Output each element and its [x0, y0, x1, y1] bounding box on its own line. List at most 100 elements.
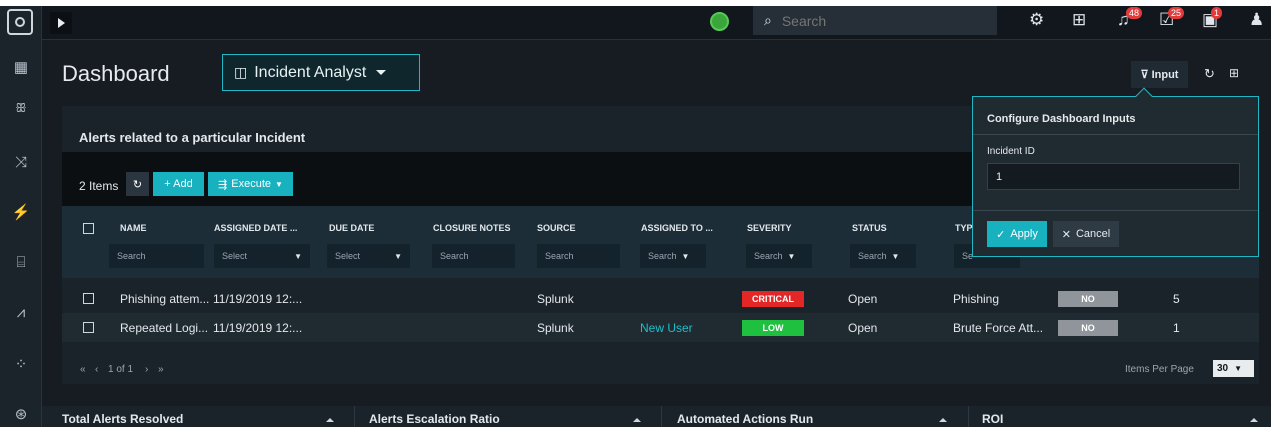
chevron-down-icon: ▼: [294, 251, 302, 261]
column-header-severity[interactable]: SEVERITY: [747, 223, 792, 233]
apply-label: Apply: [1010, 228, 1038, 240]
app-logo-icon[interactable]: [7, 9, 33, 35]
due-date-filter[interactable]: Select ▼: [327, 244, 410, 268]
table-row[interactable]: Phishing attem... 11/19/2019 12:... Splu…: [62, 284, 1259, 313]
collapse-icon[interactable]: [939, 418, 947, 422]
lightning-icon[interactable]: ⚡: [0, 203, 42, 221]
cell-assigned-to[interactable]: New User: [640, 321, 693, 335]
column-header-source[interactable]: SOURCE: [537, 223, 576, 233]
bottom-widgets: Total Alerts Resolved Alerts Escalation …: [42, 406, 1271, 427]
cell-assigned-date: 11/19/2019 12:...: [213, 321, 303, 335]
gear-icon[interactable]: ⚙: [1029, 10, 1044, 30]
row-checkbox[interactable]: [83, 293, 94, 304]
close-icon: ✕: [1061, 228, 1071, 241]
dashboard-header: Dashboard ◫ Incident Analyst ⊽ Input ↻ ⊞: [42, 41, 1271, 103]
assigned-date-filter-label: Select: [222, 251, 248, 261]
grid-refresh-button[interactable]: ↻: [126, 172, 149, 196]
row-checkbox[interactable]: [83, 322, 94, 333]
divider: [354, 406, 355, 427]
column-header-assigned-to[interactable]: ASSIGNED TO ...: [641, 223, 713, 233]
cancel-button[interactable]: ✕ Cancel: [1053, 221, 1119, 247]
search-icon: ⌕: [764, 12, 772, 28]
cell-status: Open: [848, 321, 878, 335]
assigned-date-filter[interactable]: Select ▼: [214, 244, 310, 268]
alert-icon[interactable]: ▣ 1: [1202, 7, 1223, 30]
collapse-icon[interactable]: [326, 418, 334, 422]
dashboard-icon[interactable]: ▦: [0, 58, 42, 76]
cell-assigned-date: 11/19/2019 12:...: [213, 292, 303, 306]
column-header-due-date[interactable]: DUE DATE: [329, 223, 374, 233]
severity-badge: LOW: [742, 320, 804, 336]
status-filter[interactable]: Search ▼: [850, 244, 916, 268]
briefcase-icon[interactable]: ⌸: [0, 254, 42, 271]
dashboard-select[interactable]: ◫ Incident Analyst: [222, 54, 420, 91]
cell-source: Splunk: [537, 321, 574, 335]
apply-button[interactable]: ✓ Apply: [987, 221, 1047, 247]
top-bar: ⌕ ⚙ ⊞ ♫48 ☑25 ▣1 ♟: [42, 6, 1271, 40]
bell-badge: 48: [1126, 7, 1143, 19]
items-per-page-select[interactable]: 30 ▼: [1213, 360, 1254, 377]
user-icon[interactable]: ♟: [1249, 10, 1264, 30]
source-filter[interactable]: Search: [537, 244, 620, 268]
page-indicator: 1 of 1: [108, 364, 134, 375]
chevron-down-icon: ▼: [891, 251, 900, 261]
settings-gear-icon[interactable]: ⊛: [0, 405, 42, 423]
execute-icon: ⇶: [218, 178, 228, 191]
refresh-icon: ↻: [132, 178, 143, 191]
assigned-to-filter[interactable]: Search ▼: [640, 244, 706, 268]
users-icon[interactable]: ꕥ: [0, 101, 42, 116]
dashboard-inputs-popover: Configure Dashboard Inputs Incident ID ✓…: [972, 87, 1259, 257]
popover-title: Configure Dashboard Inputs: [987, 113, 1136, 125]
filter-icon: ⊽: [1140, 69, 1149, 81]
prev-page-icon[interactable]: ‹: [95, 364, 98, 375]
page-title: Dashboard: [62, 61, 170, 86]
divider: [973, 210, 1258, 211]
search-input[interactable]: [781, 12, 972, 29]
last-page-icon[interactable]: »: [158, 364, 164, 375]
first-page-icon[interactable]: «: [80, 364, 86, 375]
name-filter[interactable]: Search: [109, 244, 204, 268]
chevron-down-icon: ▼: [681, 251, 690, 261]
sidebar-toggle-button[interactable]: [50, 12, 72, 34]
column-header-closure-notes[interactable]: CLOSURE NOTES: [433, 223, 511, 233]
play-arrow-icon: [57, 18, 65, 28]
divider: [968, 406, 969, 427]
execute-button[interactable]: ⇶ Execute ▼: [208, 172, 293, 196]
column-header-status[interactable]: STATUS: [852, 223, 887, 233]
column-header-type[interactable]: TYP: [955, 223, 973, 233]
bell-icon[interactable]: ♫ 48: [1117, 7, 1143, 30]
chevron-down-icon: ▼: [394, 251, 402, 261]
card-title: Alerts Escalation Ratio: [369, 412, 500, 426]
add-button[interactable]: + Add: [153, 172, 204, 196]
apps-icon[interactable]: ⁘: [0, 355, 42, 373]
assigned-to-filter-label: Search: [648, 251, 677, 261]
select-all-checkbox[interactable]: [83, 223, 94, 234]
closure-notes-filter[interactable]: Search: [432, 244, 515, 268]
chart-icon[interactable]: ⩘: [0, 304, 42, 321]
column-header-name[interactable]: NAME: [120, 223, 147, 233]
chevron-down-icon: ▼: [787, 251, 796, 261]
collapse-icon[interactable]: [1250, 418, 1258, 422]
collapse-icon[interactable]: [633, 418, 641, 422]
severity-filter[interactable]: Search ▼: [746, 244, 812, 268]
connection-status-icon[interactable]: [710, 12, 729, 31]
cell-name[interactable]: Repeated Logi...: [120, 321, 208, 335]
input-button[interactable]: ⊽ Input: [1131, 61, 1188, 88]
tasks-icon[interactable]: ☑ 25: [1159, 7, 1185, 30]
cell-name[interactable]: Phishing attem...: [120, 292, 209, 306]
global-search[interactable]: ⌕: [753, 6, 997, 35]
card-title: Automated Actions Run: [677, 412, 814, 426]
dashboard-settings-icon[interactable]: ⊞: [1229, 66, 1239, 80]
refresh-icon[interactable]: ↻: [1204, 66, 1215, 82]
table-row[interactable]: Repeated Logi... 11/19/2019 12:... Splun…: [62, 313, 1259, 342]
chevron-down-icon: ▼: [275, 179, 283, 189]
column-header-assigned-date[interactable]: ASSIGNED DATE ...: [214, 223, 297, 233]
cell-type: Brute Force Att...: [953, 321, 1044, 335]
card-title: Total Alerts Resolved: [62, 412, 184, 426]
next-page-icon[interactable]: ›: [145, 364, 148, 375]
hierarchy-icon[interactable]: ⊞: [1072, 10, 1086, 30]
shuffle-icon[interactable]: ⤨: [0, 154, 42, 171]
card-title: ROI: [982, 412, 1004, 426]
incident-id-input[interactable]: [987, 163, 1240, 190]
widget-title: Alerts related to a particular Incident: [79, 130, 306, 145]
